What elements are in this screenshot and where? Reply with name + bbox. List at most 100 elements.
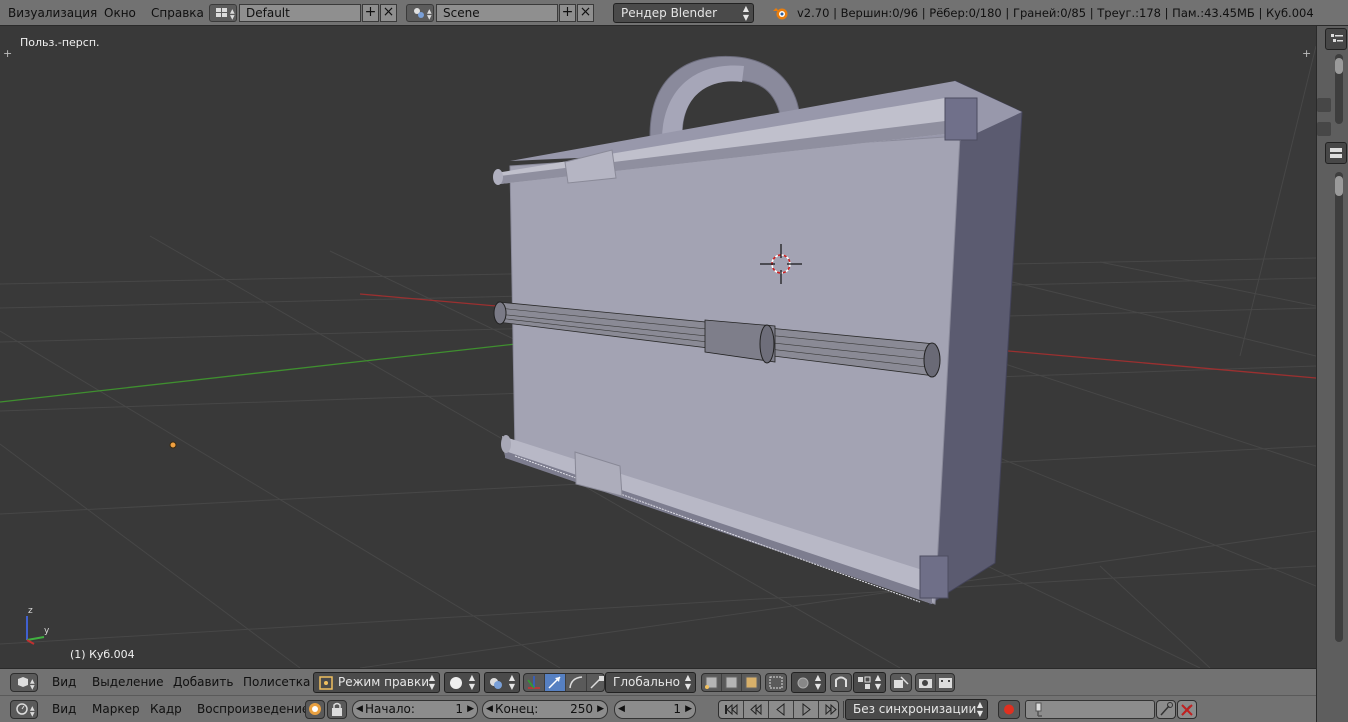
axis-z-label: z [28,606,33,616]
decrement-icon[interactable]: ◀ [356,701,363,718]
jump-keyframe-back-icon[interactable] [744,701,769,718]
svg-text:▼: ▼ [230,14,235,21]
transform-manipulator-group[interactable] [523,673,605,692]
lock-time-cursor-icon[interactable] [327,700,347,719]
scene-field[interactable]: Scene [436,4,558,22]
preview-range-icon[interactable] [305,700,325,719]
viewport-shading-select[interactable]: ▲ ▼ [444,672,480,693]
properties-scroll-thumb[interactable] [1335,176,1343,196]
keying-set-field[interactable] [1025,700,1155,719]
face-select-icon[interactable] [742,674,761,691]
edge-select-icon[interactable] [722,674,742,691]
menu-help[interactable]: Справка [151,0,204,26]
select-mode-group[interactable] [701,673,761,692]
current-frame-field[interactable]: ◀ 1 ▶ [614,700,696,719]
decrement-icon[interactable]: ◀ [486,701,493,718]
end-frame-field[interactable]: ◀ Конец: 250 ▶ [482,700,608,719]
translate-manipulator-icon[interactable] [545,674,566,691]
menu-marker[interactable]: Маркер [92,696,140,722]
screen-layout-icon[interactable]: ▲ ▼ [209,4,237,22]
snap-increment-icon [858,676,871,689]
axis-y-label: y [44,626,50,636]
3d-viewport[interactable]: + + Польз.-персп. y z (1) Куб.004 [0,26,1316,668]
end-frame-label: Конец: [495,702,539,716]
viewport-canvas[interactable]: + + [0,26,1316,668]
svg-text:▼: ▼ [427,14,432,21]
opengl-render-image-icon[interactable] [916,674,936,691]
pivot-point-select[interactable]: ▲ ▼ [484,672,520,693]
playback-controls[interactable] [718,700,862,719]
menu-window[interactable]: Окно [104,0,136,26]
increment-icon[interactable]: ▶ [597,701,604,718]
area-split-right-icon[interactable]: + [1302,47,1311,60]
area-split-left-icon[interactable]: + [3,47,12,60]
axis-gizmo-icon [26,616,45,645]
manipulator-toggle-icon[interactable] [524,674,545,691]
render-engine-select[interactable]: Рендер Blender ▲ ▼ [613,3,754,23]
scale-manipulator-icon[interactable] [587,674,607,691]
opengl-render-animation-icon[interactable] [936,674,955,691]
render-preview-group[interactable] [915,673,955,692]
insert-keyframe-icon[interactable] [1156,700,1176,719]
vertex-select-icon[interactable] [702,674,722,691]
sync-mode-label: Без синхронизации [853,702,977,716]
end-frame-value: 250 [570,702,593,716]
current-frame-value: 1 [673,702,681,716]
jump-start-icon[interactable] [719,701,744,718]
properties-scrollbar[interactable] [1335,172,1343,642]
menu-view[interactable]: Вид [52,669,76,695]
menu-add[interactable]: Добавить [173,669,233,695]
rotate-manipulator-icon[interactable] [566,674,587,691]
interaction-mode-select[interactable]: Режим правки ▲ ▼ [313,672,440,693]
menu-timeline-view[interactable]: Вид [52,696,76,722]
snap-toggle-icon[interactable] [830,673,852,692]
menu-select[interactable]: Выделение [92,669,163,695]
limit-selection-icon[interactable] [765,673,787,692]
proportional-editing-select[interactable]: ▲ ▼ [791,672,826,693]
delete-screen-icon[interactable]: × [380,4,397,22]
menu-mesh[interactable]: Полисетка [243,669,310,695]
jump-keyframe-forward-icon[interactable] [819,701,844,718]
editor-type-3d-icon[interactable]: ▲ ▼ [10,673,38,692]
svg-text:▼: ▼ [30,711,35,718]
editor-type-timeline-icon[interactable]: ▲ ▼ [10,700,38,719]
3d-view-header: ▲ ▼ Вид Выделение Добавить Полисетка Режи… [0,668,1316,695]
overlay-extras-icon[interactable] [890,673,912,692]
properties-editor-icon[interactable] [1325,142,1347,164]
delete-keyframe-icon[interactable] [1177,700,1197,719]
snap-element-select[interactable]: ▲ ▼ [853,672,886,693]
decrement-icon[interactable]: ◀ [618,701,625,718]
updown-icon: ▲ ▼ [742,4,749,22]
render-engine-label: Рендер Blender [621,6,718,20]
play-icon[interactable] [794,701,819,718]
scene-icon[interactable]: ▲ ▼ [406,4,434,22]
play-reverse-icon[interactable] [769,701,794,718]
increment-icon[interactable]: ▶ [685,701,692,718]
transform-orientation-select[interactable]: Глобально ▲ ▼ [605,672,696,693]
edit-mode-icon [319,676,333,690]
menu-render[interactable]: Визуализация [8,0,97,26]
outliner-scroll-thumb[interactable] [1335,58,1343,74]
menu-playback[interactable]: Воспроизведение [197,696,309,722]
delete-scene-icon[interactable]: × [577,4,594,22]
object-origin-dot[interactable] [169,441,177,449]
auto-keying-record-icon[interactable] [998,700,1020,719]
start-frame-value: 1 [455,702,463,716]
blender-logo-icon [773,8,788,20]
camera-icon[interactable] [1317,98,1331,112]
start-frame-label: Начало: [365,702,415,716]
keying-set-icon [1035,702,1042,717]
menu-frame[interactable]: Кадр [150,696,182,722]
sync-mode-select[interactable]: Без синхронизации ▲ ▼ [845,699,988,720]
filter-icon[interactable] [1317,122,1331,136]
right-side-panel [1316,26,1348,722]
scene-statistics: v2.70 | Вершин:0/96 | Рёбер:0/180 | Гран… [797,6,1314,20]
start-frame-field[interactable]: ◀ Начало: 1 ▶ [352,700,478,719]
interaction-mode-label: Режим правки [338,675,430,689]
add-screen-icon[interactable]: + [362,4,379,22]
screen-layout-field[interactable]: Default [239,4,361,22]
add-scene-icon[interactable]: + [559,4,576,22]
increment-icon[interactable]: ▶ [467,701,474,718]
outliner-editor-icon[interactable] [1325,28,1347,50]
info-header: Визуализация Окно Справка ▲ ▼ Default + ×… [0,0,1348,26]
